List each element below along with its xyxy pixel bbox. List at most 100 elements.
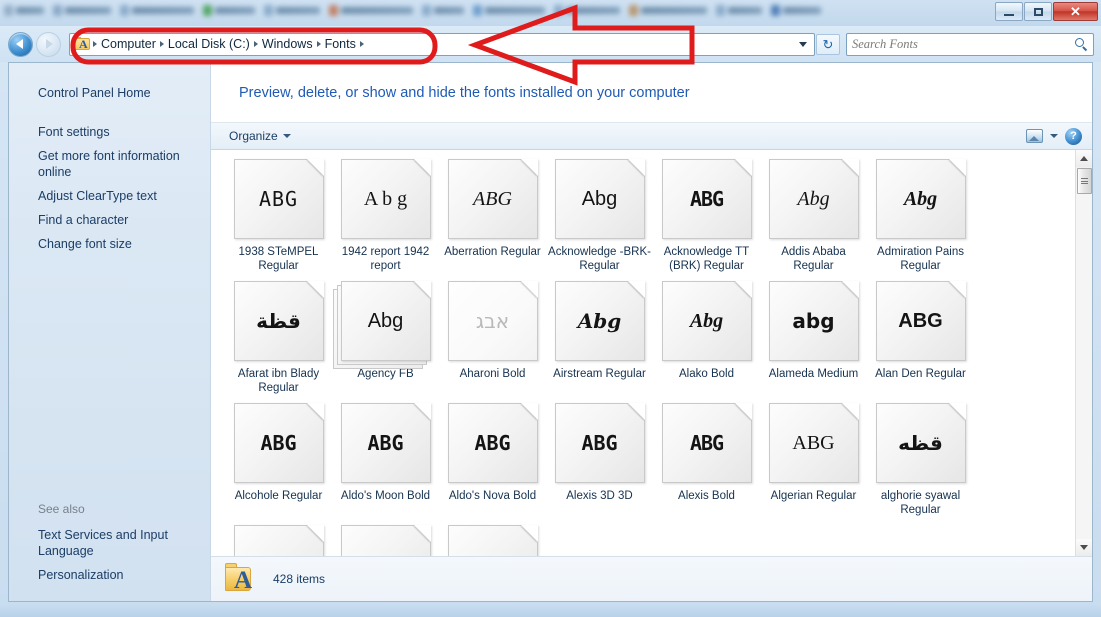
font-tile[interactable]: אבג Aharoni Bold: [440, 281, 545, 395]
bookmark-favicon-icon: [4, 5, 13, 16]
font-tile[interactable]: Abg Agency FB: [332, 281, 438, 395]
font-tile[interactable]: ABG 1938 STeMPEL Regular: [226, 159, 331, 273]
font-sample-glyphs: Abg: [689, 310, 724, 332]
font-preview-icon: ABG: [661, 159, 752, 239]
refresh-button[interactable]: ↻: [816, 33, 840, 55]
font-tile[interactable]: ABG Alexis Bold: [654, 403, 759, 517]
font-tile[interactable]: قظة Afarat ibn Blady Regular: [226, 281, 331, 395]
organize-label: Organize: [229, 129, 278, 143]
font-tile[interactable]: ABGAll Caps Thin: [440, 525, 545, 556]
browser-bookmarks-bar: ✕: [0, 0, 1101, 26]
font-sample-glyphs: ABG: [792, 432, 835, 454]
font-tile[interactable]: Abg Airstream Regular: [547, 281, 652, 395]
bookmark-label: [728, 7, 762, 14]
sidebar-item-get-more-font-information-online[interactable]: Get more font information online: [9, 144, 210, 184]
bookmark-item: [4, 5, 44, 16]
blurred-bookmark-items: [4, 5, 821, 16]
address-bar[interactable]: A Computer Local Disk (C:) Windows Fonts: [69, 32, 815, 56]
font-preview-icon: ABG: [233, 403, 324, 483]
help-button[interactable]: ?: [1065, 127, 1082, 145]
breadcrumb-item-local-disk-c[interactable]: Local Disk (C:): [164, 34, 254, 55]
fonts-folder-icon: A: [74, 37, 91, 51]
address-bar-right: [792, 34, 814, 55]
fonts-folder-status-icon: A: [223, 563, 257, 595]
address-dropdown-button[interactable]: [792, 34, 814, 55]
sidebar-item-font-settings[interactable]: Font settings: [9, 120, 210, 144]
fonts-control-panel-window: ✕ A Computer Local Disk (C:) Windows Fonts …: [0, 0, 1101, 617]
font-tile[interactable]: Abg Addis Ababa Regular: [761, 159, 866, 273]
chevron-down-icon: [282, 134, 291, 138]
font-tile[interactable]: Abg Acknowledge -BRK- Regular: [547, 159, 652, 273]
sidebar-item-change-font-size[interactable]: Change font size: [9, 232, 210, 256]
bookmark-item: [422, 5, 464, 16]
font-name-label: Alexis 3D 3D: [566, 490, 633, 502]
maximize-button[interactable]: [1024, 2, 1052, 21]
font-name-label: Afarat ibn Blady Regular: [237, 368, 320, 394]
see-also-item-personalization[interactable]: Personalization: [38, 563, 198, 587]
forward-button[interactable]: [36, 31, 61, 57]
font-preview-icon: Abg: [554, 159, 645, 239]
bookmark-favicon-icon: [264, 5, 273, 16]
breadcrumb-item-computer[interactable]: Computer: [97, 34, 160, 55]
font-tile[interactable]: A b g 1942 report 1942 report: [333, 159, 438, 273]
sidebar-item-control-panel-home[interactable]: Control Panel Home: [9, 81, 210, 105]
scroll-up-button[interactable]: [1075, 150, 1092, 167]
scrollbar-thumb[interactable]: [1076, 168, 1092, 194]
font-tile[interactable]: abg Alameda Medium: [761, 281, 866, 395]
bookmark-favicon-icon: [716, 5, 725, 16]
breadcrumb-separator[interactable]: [359, 41, 364, 47]
font-sample-glyphs: ABG: [260, 431, 297, 455]
organize-button[interactable]: Organize: [223, 127, 297, 145]
font-tile[interactable]: ABG Aldo's Nova Bold: [440, 403, 545, 517]
breadcrumb-item-fonts[interactable]: Fonts: [321, 34, 360, 55]
font-tile[interactable]: ĐBGAliens Regular: [226, 525, 331, 556]
font-tile[interactable]: ABG Aberration Regular: [440, 159, 545, 273]
bookmark-favicon-icon: [422, 5, 431, 16]
sidebar-item-find-a-character[interactable]: Find a character: [9, 208, 210, 232]
font-tile[interactable]: ABG Algerian Regular: [761, 403, 866, 517]
font-tile[interactable]: قظه alghorie syawal Regular: [868, 403, 973, 517]
font-tile[interactable]: Abg Alako Bold: [654, 281, 759, 395]
view-chevron-down-icon[interactable]: [1050, 134, 1058, 138]
vertical-scrollbar[interactable]: [1075, 150, 1092, 556]
bookmark-label: [16, 7, 44, 14]
font-grid-wrapper: ABG 1938 STeMPEL Regular A b g 1942 report …: [211, 150, 1092, 556]
font-sample-glyphs: ABG: [258, 187, 299, 211]
font-sample-glyphs: Abg: [581, 188, 618, 210]
minimize-button[interactable]: [995, 2, 1023, 21]
scroll-down-button[interactable]: [1075, 539, 1092, 556]
font-tile[interactable]: Abg Admiration Pains Regular: [868, 159, 973, 273]
font-sample-glyphs: ĐBG: [234, 525, 324, 556]
search-box[interactable]: Search Fonts: [846, 32, 1094, 56]
chevron-down-icon: [799, 41, 807, 47]
change-view-icon[interactable]: [1026, 129, 1043, 143]
font-tile[interactable]: ABG Alan Den Regular: [868, 281, 973, 395]
breadcrumb-item-windows[interactable]: Windows: [258, 34, 317, 55]
search-input[interactable]: Search Fonts: [852, 37, 1075, 52]
see-also-item-text-services-and-input-language[interactable]: Text Services and Input Language: [38, 523, 198, 563]
font-tile[interactable]: ABG Alcohole Regular: [226, 403, 331, 517]
scrollbar-track[interactable]: [1075, 194, 1092, 539]
font-tile[interactable]: ABalienwarping Regular: [333, 525, 438, 556]
explorer-body: Control Panel Home Font settings Get more…: [8, 62, 1093, 602]
sidebar-item-adjust-cleartype-text[interactable]: Adjust ClearType text: [9, 184, 210, 208]
bookmark-favicon-icon: [329, 5, 338, 16]
bookmark-item: [473, 5, 545, 16]
font-tile[interactable]: ABG Alexis 3D 3D: [547, 403, 652, 517]
bookmark-item: [203, 5, 255, 16]
window-caption-buttons: ✕: [995, 2, 1098, 21]
close-button[interactable]: ✕: [1053, 2, 1098, 21]
font-sample-glyphs: אבג: [475, 309, 510, 333]
back-button[interactable]: [8, 31, 33, 57]
font-name-label: 1942 report 1942 report: [341, 246, 430, 272]
close-icon: ✕: [1070, 4, 1081, 19]
font-name-label: Aldo's Moon Bold: [340, 490, 431, 502]
font-name-label: Alako Bold: [679, 368, 734, 380]
font-tile[interactable]: ABG Aldo's Moon Bold: [333, 403, 438, 517]
font-tile[interactable]: ABG Acknowledge TT (BRK) Regular: [654, 159, 759, 273]
font-name-label: Admiration Pains Regular: [877, 246, 964, 272]
scrollbar-grip-icon: [1080, 177, 1088, 186]
bookmark-favicon-icon: [120, 5, 129, 16]
font-name-label: Addis Ababa Regular: [781, 246, 846, 272]
folder-letter-a: A: [234, 567, 253, 594]
